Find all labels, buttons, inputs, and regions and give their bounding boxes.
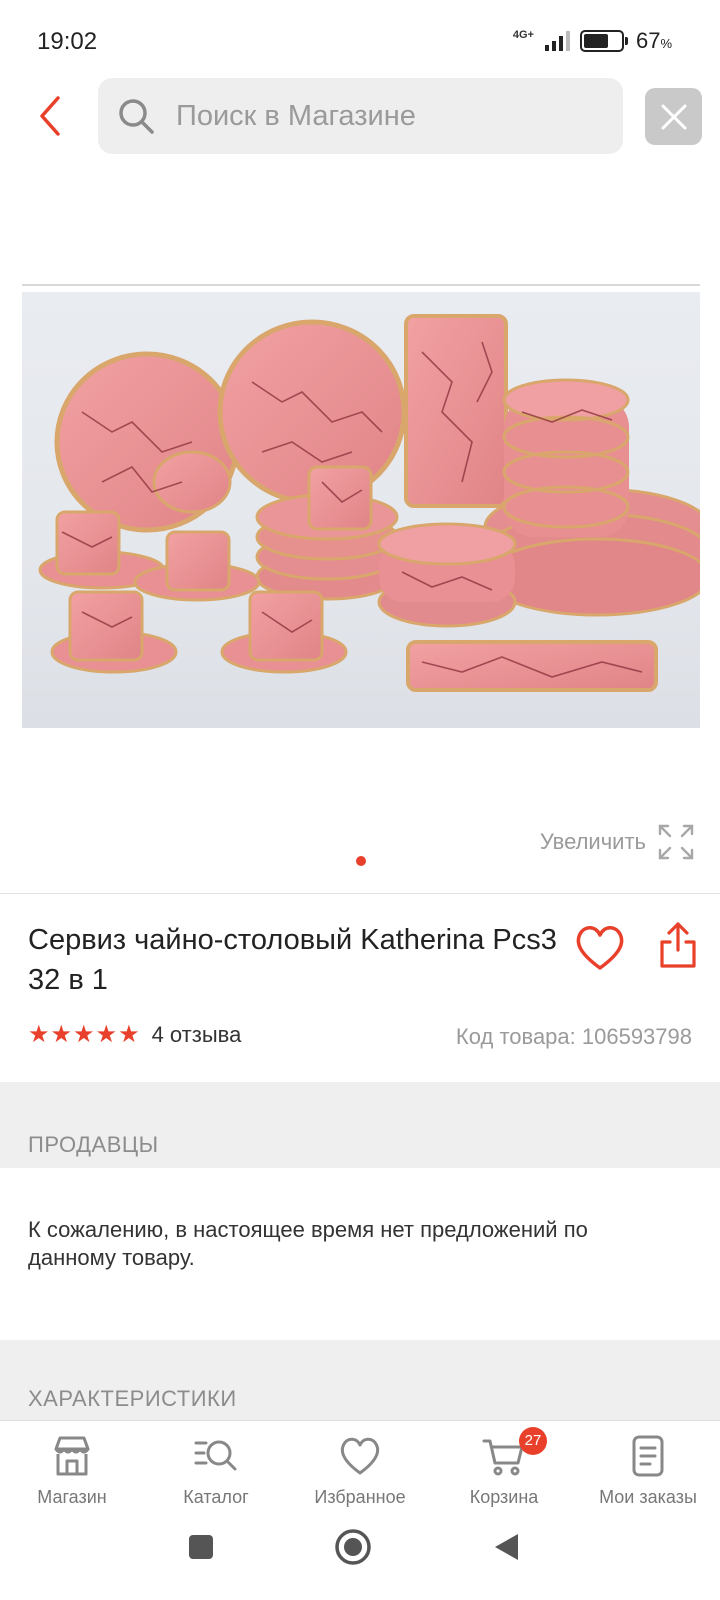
no-offers-message: К сожалению, в настоящее время нет предл…: [28, 1217, 588, 1270]
favorite-button[interactable]: [574, 924, 626, 972]
battery-percent: 67%: [635, 28, 672, 53]
nav-catalog[interactable]: Каталог: [144, 1421, 288, 1520]
triangle-back-icon: [495, 1534, 518, 1560]
nav-label: Магазин: [37, 1487, 107, 1507]
sellers-header-label: ПРОДАВЦЫ: [28, 1132, 159, 1157]
search-header: [0, 78, 720, 154]
product-code: Код товара: 106593798: [455, 1024, 692, 1049]
expand-icon: [658, 824, 694, 860]
reviews-link[interactable]: 4 отзыва: [152, 1022, 242, 1048]
cart-count-badge: 27: [519, 1427, 547, 1455]
search-icon: [119, 99, 154, 134]
share-icon: [660, 922, 696, 968]
carousel-indicator-active: [356, 856, 366, 866]
search-input[interactable]: [176, 78, 606, 154]
battery-icon: [579, 30, 628, 52]
nav-orders[interactable]: Мои заказы: [576, 1421, 720, 1520]
close-icon: [661, 104, 686, 129]
nav-label: Каталог: [183, 1487, 249, 1507]
network-type-label: 4G+: [512, 28, 534, 41]
rating-row: ★ ★ ★ ★ ★ 4 отзыва: [28, 1022, 241, 1048]
nav-label: Избранное: [314, 1487, 406, 1507]
heart-icon: [576, 926, 624, 970]
image-top-divider: [22, 284, 700, 286]
square-icon: [189, 1535, 213, 1559]
status-bar: 19:02 4G+ 67%: [0, 0, 720, 80]
nav-store[interactable]: Магазин: [0, 1421, 144, 1520]
catalog-search-icon: [194, 1440, 237, 1471]
sellers-section-header: ПРОДАВЦЫ: [0, 1082, 720, 1168]
nav-label: Корзина: [469, 1487, 539, 1507]
store-icon: [54, 1436, 90, 1476]
specs-header-label: ХАРАКТЕРИСТИКИ: [28, 1386, 237, 1411]
signal-icon: [544, 31, 570, 51]
zoom-label: Увеличить: [539, 829, 646, 854]
share-button[interactable]: [658, 920, 698, 970]
home-button[interactable]: [334, 1528, 372, 1571]
heart-icon: [340, 1437, 380, 1475]
nav-label: Мои заказы: [599, 1487, 697, 1507]
status-time: 19:02: [37, 28, 98, 55]
search-box[interactable]: [98, 78, 623, 154]
system-back-button[interactable]: [492, 1532, 520, 1567]
orders-icon: [632, 1435, 664, 1477]
zoom-button[interactable]: Увеличить: [540, 824, 694, 860]
home-circle-icon: [335, 1529, 371, 1565]
recent-apps-button[interactable]: [188, 1534, 214, 1565]
star-icon: ★: [73, 1021, 95, 1048]
chevron-left-icon: [40, 96, 60, 136]
star-icon: ★: [118, 1021, 140, 1048]
rating-stars: ★ ★ ★ ★ ★: [28, 1023, 140, 1047]
back-button[interactable]: [32, 94, 72, 138]
nav-cart[interactable]: 27 Корзина: [432, 1421, 576, 1520]
star-icon: ★: [95, 1021, 118, 1048]
star-icon: ★: [28, 1021, 50, 1048]
status-icons: 4G+ 67%: [513, 28, 672, 54]
battery-level-fill: [583, 34, 608, 48]
star-icon: ★: [50, 1021, 73, 1048]
divider: [0, 893, 720, 894]
dinnerware-photo: [38, 314, 700, 692]
product-image[interactable]: [22, 292, 700, 728]
product-title: Сервиз чайно-столовый Katherina Pcs3 32 …: [28, 924, 557, 996]
system-navigation-bar: [0, 1520, 720, 1600]
nav-favorites[interactable]: Избранное: [288, 1421, 432, 1520]
bottom-navigation: Магазин Каталог Избранное 27 Корзина Мои…: [0, 1420, 720, 1520]
clear-search-button[interactable]: [645, 88, 702, 145]
specs-section-header[interactable]: ХАРАКТЕРИСТИКИ: [0, 1340, 720, 1420]
